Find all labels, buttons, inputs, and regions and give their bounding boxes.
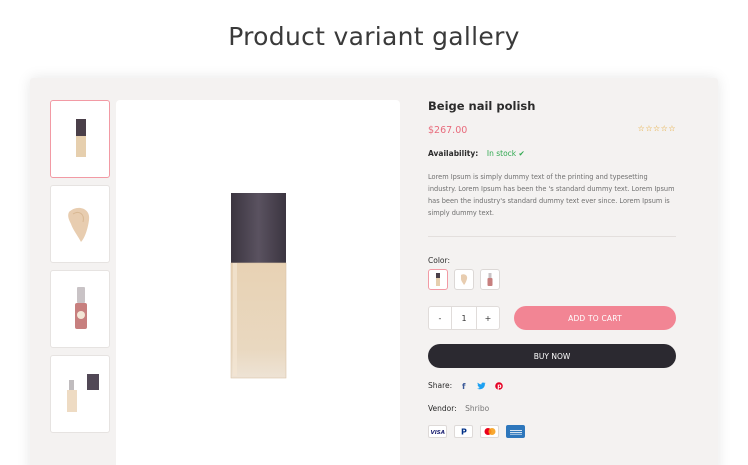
availability-value: In stock ✔ bbox=[486, 149, 525, 158]
rating-stars[interactable]: ☆☆☆☆☆ bbox=[638, 124, 676, 133]
vendor-row: Vendor: Shribo bbox=[428, 404, 489, 413]
vendor-label: Vendor: bbox=[428, 404, 457, 413]
swatch-foundation-smear[interactable] bbox=[454, 269, 474, 290]
vendor-name[interactable]: Shribo bbox=[465, 404, 489, 413]
payment-icons: VISA P bbox=[428, 425, 532, 438]
quantity-input[interactable]: 1 bbox=[452, 306, 476, 330]
product-description: Lorem Ipsum is simply dummy text of the … bbox=[428, 173, 675, 217]
svg-text:VISA: VISA bbox=[431, 430, 446, 435]
add-to-cart-button[interactable]: ADD TO CART bbox=[514, 306, 676, 330]
mastercard-icon bbox=[480, 425, 499, 438]
product-price: $267.00 bbox=[428, 125, 468, 136]
color-label: Color: bbox=[428, 256, 450, 265]
svg-text:P: P bbox=[461, 428, 467, 437]
page-title: Product variant gallery bbox=[228, 22, 520, 51]
thumbnail-foundation-bottle[interactable] bbox=[50, 100, 110, 178]
pinterest-icon[interactable]: p bbox=[495, 381, 503, 390]
quantity-decrease-button[interactable]: - bbox=[428, 306, 452, 330]
divider bbox=[428, 236, 676, 237]
main-product-image[interactable] bbox=[116, 100, 400, 465]
thumbnail-nail-polish[interactable] bbox=[50, 270, 110, 348]
facebook-icon[interactable]: f bbox=[461, 382, 468, 390]
share-row: Share: f p bbox=[428, 381, 503, 390]
svg-text:p: p bbox=[497, 383, 502, 390]
amex-icon bbox=[506, 425, 525, 438]
share-label: Share: bbox=[428, 381, 453, 390]
product-card: Beige nail polish $267.00 ☆☆☆☆☆ Availabi… bbox=[30, 78, 718, 465]
availability: Availability: In stock ✔ bbox=[428, 149, 525, 158]
paypal-icon: P bbox=[454, 425, 473, 438]
visa-icon: VISA bbox=[428, 425, 447, 438]
swatch-foundation-bottle[interactable] bbox=[428, 269, 448, 290]
availability-label: Availability: bbox=[428, 149, 479, 158]
quantity-increase-button[interactable]: + bbox=[476, 306, 500, 330]
product-title: Beige nail polish bbox=[428, 99, 536, 113]
thumbnail-bottle-with-box[interactable] bbox=[50, 355, 110, 433]
check-icon: ✔ bbox=[518, 149, 525, 158]
thumbnail-foundation-swatch[interactable] bbox=[50, 185, 110, 263]
twitter-icon[interactable] bbox=[477, 381, 486, 390]
swatch-nail-polish[interactable] bbox=[480, 269, 500, 290]
quantity-stepper: - 1 + bbox=[428, 306, 500, 330]
svg-text:f: f bbox=[462, 382, 466, 390]
buy-now-button[interactable]: BUY NOW bbox=[428, 344, 676, 368]
